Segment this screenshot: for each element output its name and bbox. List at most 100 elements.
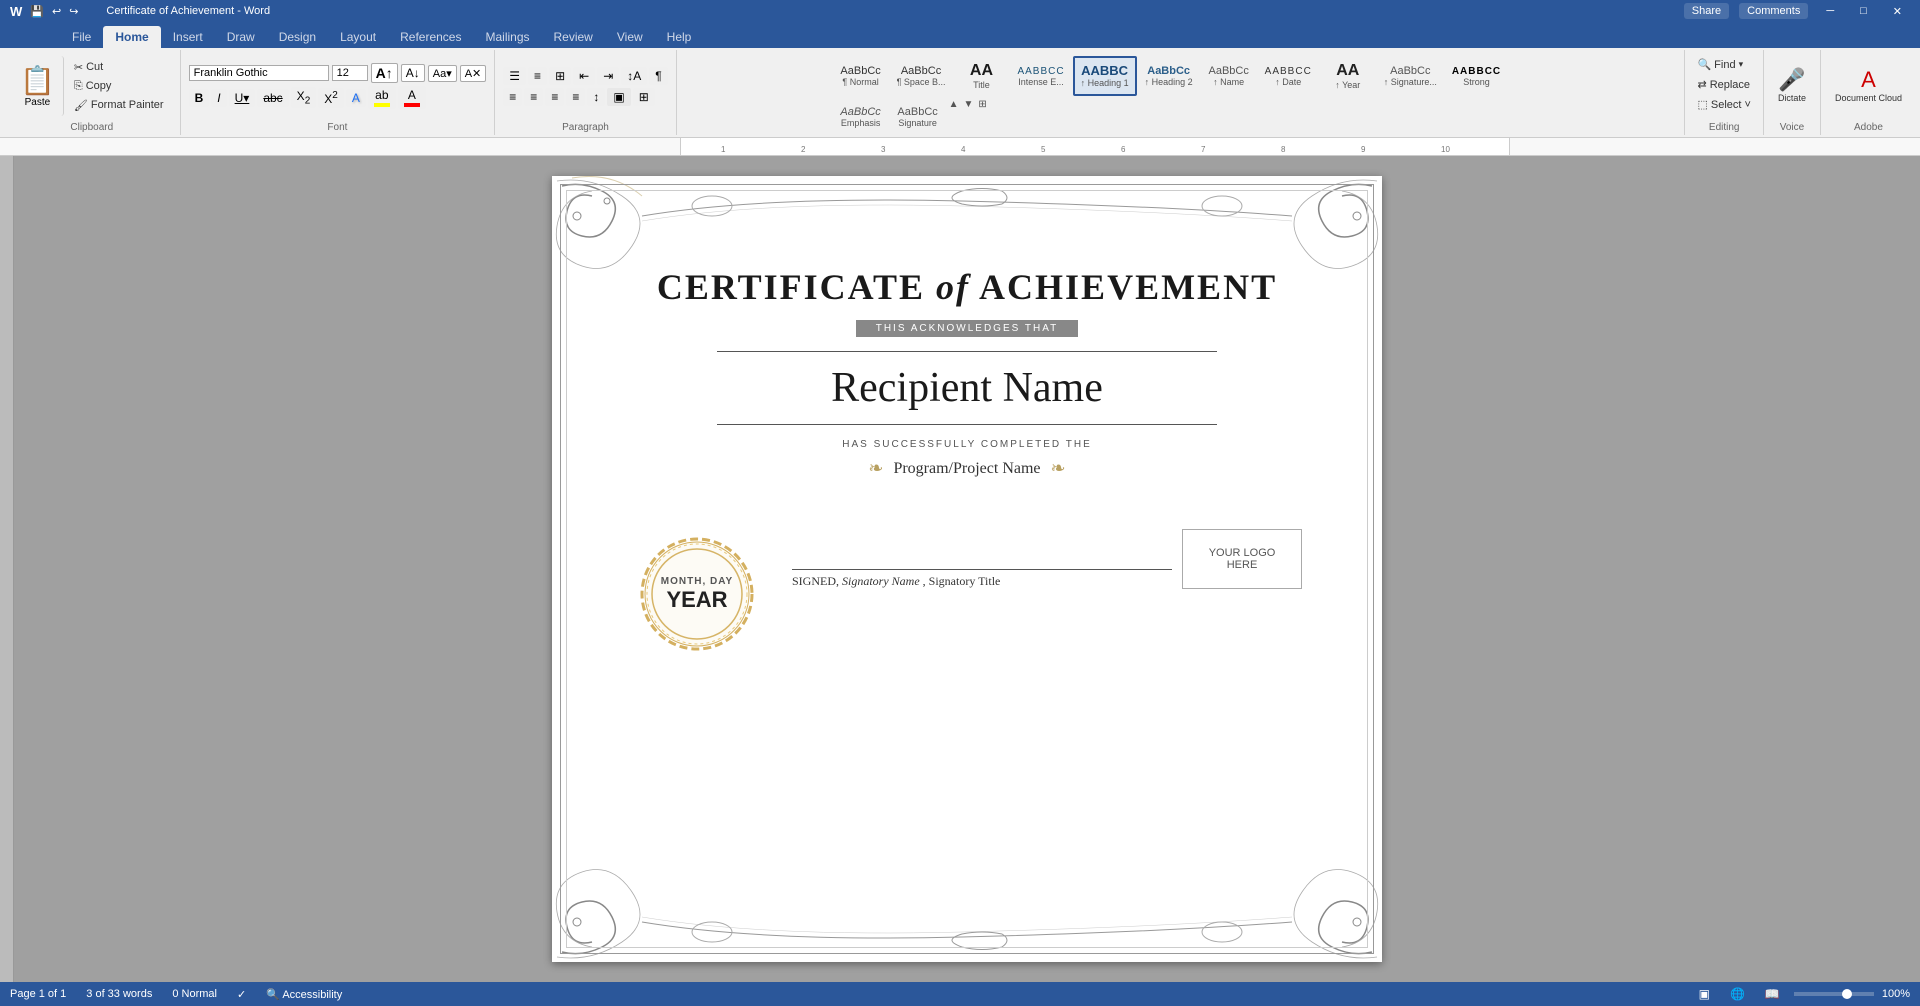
superscript-button[interactable]: X2: [318, 88, 344, 108]
sort-button[interactable]: ↕A: [621, 67, 647, 85]
tab-view[interactable]: View: [605, 26, 655, 48]
tab-home[interactable]: Home: [103, 26, 160, 48]
increase-indent-button[interactable]: ⇥: [597, 67, 619, 85]
signatory-title: Signatory Title: [929, 574, 1001, 588]
tab-file[interactable]: File: [60, 26, 103, 48]
multilevel-list-button[interactable]: ⊞: [549, 67, 571, 85]
borders-button[interactable]: ⊞: [633, 88, 655, 106]
svg-text:7: 7: [1201, 145, 1206, 154]
accessibility-check[interactable]: 🔍 Accessibility: [266, 988, 342, 1001]
quick-access-redo[interactable]: ↪: [69, 5, 78, 18]
highlight-button[interactable]: ab: [368, 86, 396, 109]
decrease-indent-button[interactable]: ⇤: [573, 67, 595, 85]
style-signature2[interactable]: AaBbCc Signature: [890, 97, 946, 137]
style-date[interactable]: AABBCC ↑ Date: [1258, 56, 1319, 96]
formatting-row: B I U▾ abc X2 X2 A ab A: [189, 86, 487, 109]
strikethrough-button[interactable]: abc: [257, 89, 288, 107]
styles-scroll-down[interactable]: ▼: [962, 97, 976, 112]
paste-button[interactable]: 📋 Paste: [12, 56, 64, 116]
text-effects-button[interactable]: A: [346, 89, 366, 107]
tab-insert[interactable]: Insert: [161, 26, 215, 48]
subscript-button[interactable]: X2: [291, 87, 317, 108]
font-grow-button[interactable]: A↑: [371, 63, 398, 83]
copy-button[interactable]: ⎘ Copy: [70, 78, 168, 95]
format-painter-button[interactable]: 🖌 Format Painter: [70, 97, 168, 114]
cert-title-italic: of: [936, 267, 970, 307]
cert-bottom: MONTH, DAY YEAR SIGNED,: [612, 529, 1322, 659]
tab-draw[interactable]: Draw: [215, 26, 267, 48]
style-strong[interactable]: AABBCC Strong: [1445, 56, 1508, 96]
align-center-button[interactable]: ≡: [524, 88, 543, 106]
style-title[interactable]: AA Title: [953, 56, 1009, 96]
font-shrink-button[interactable]: A↓: [401, 64, 425, 82]
zoom-slider[interactable]: [1794, 992, 1874, 996]
ruler: 1 2 3 4 5 6 7 8 9 10: [0, 138, 1920, 156]
style-heading1[interactable]: AABBC ↑ Heading 1: [1073, 56, 1137, 96]
voice-label: Voice: [1780, 120, 1804, 133]
quick-access-undo[interactable]: ↩: [52, 5, 61, 18]
voice-content: 🎤 Dictate: [1770, 52, 1814, 120]
document-area[interactable]: CERTIFICATE of ACHIEVEMENT THIS ACKNOWLE…: [14, 156, 1920, 982]
line-spacing-button[interactable]: ↕: [587, 88, 605, 106]
shading-button[interactable]: ▣: [607, 88, 630, 106]
clipboard-content: 📋 Paste ✂ Cut ⎘ Copy 🖌 Format Painter: [10, 52, 174, 120]
share-button[interactable]: Share: [1684, 3, 1729, 19]
style-heading2[interactable]: AaBbCc ↑ Heading 2: [1138, 56, 1200, 96]
show-hide-button[interactable]: ¶: [649, 67, 667, 85]
find-button[interactable]: 🔍 Find ▾: [1693, 56, 1747, 73]
underline-button[interactable]: U▾: [229, 89, 256, 107]
align-left-button[interactable]: ≡: [503, 88, 522, 106]
signatory-name: Signatory Name: [842, 574, 920, 588]
tab-review[interactable]: Review: [542, 26, 605, 48]
style-space-before[interactable]: AaBbCc ¶ Space B...: [890, 56, 953, 96]
cert-acknowledges: THIS ACKNOWLEDGES THAT: [856, 320, 1079, 337]
quick-access-save[interactable]: 💾: [30, 5, 44, 18]
title-bar: W 💾 ↩ ↪ Certificate of Achievement - Wor…: [0, 0, 1920, 22]
bullets-button[interactable]: ☰: [503, 67, 526, 85]
style-name[interactable]: AaBbCc ↑ Name: [1201, 56, 1257, 96]
italic-button[interactable]: I: [211, 89, 226, 107]
read-mode-button[interactable]: 📖: [1759, 985, 1786, 1003]
minimize-button[interactable]: ─: [1818, 5, 1842, 17]
svg-text:4: 4: [961, 145, 966, 154]
font-group: A↑ A↓ Aa▾ A✕ B I U▾ abc X2 X2 A ab: [181, 50, 496, 135]
word-count: 3 of 33 words: [86, 988, 152, 1000]
tab-layout[interactable]: Layout: [328, 26, 388, 48]
style-year[interactable]: AA ↑ Year: [1320, 56, 1376, 96]
tab-design[interactable]: Design: [267, 26, 328, 48]
print-layout-button[interactable]: ▣: [1693, 985, 1716, 1003]
replace-button[interactable]: ⇄ Replace: [1693, 76, 1754, 93]
document-cloud-button[interactable]: A Document Cloud: [1829, 66, 1908, 106]
cert-recipient: Recipient Name: [831, 364, 1103, 412]
font-content: A↑ A↓ Aa▾ A✕ B I U▾ abc X2 X2 A ab: [187, 52, 489, 120]
justify-button[interactable]: ≡: [566, 88, 585, 106]
cert-title: CERTIFICATE of ACHIEVEMENT: [657, 266, 1277, 308]
web-layout-button[interactable]: 🌐: [1724, 985, 1751, 1003]
font-color-button[interactable]: A: [398, 86, 426, 109]
paragraph-content: ☰ ≡ ⊞ ⇤ ⇥ ↕A ¶ ≡ ≡ ≡ ≡ ↕ ▣ ⊞: [501, 52, 669, 120]
style-signature[interactable]: AaBbCc ↑ Signature...: [1377, 56, 1444, 96]
comments-button[interactable]: Comments: [1739, 3, 1808, 19]
bold-button[interactable]: B: [189, 89, 210, 107]
change-case-button[interactable]: Aa▾: [428, 65, 457, 82]
title-filename: Certificate of Achievement - Word: [106, 5, 270, 17]
dictate-button[interactable]: 🎤 Dictate: [1772, 66, 1812, 106]
cut-button[interactable]: ✂ Cut: [70, 59, 168, 76]
close-button[interactable]: ✕: [1885, 5, 1910, 18]
tab-help[interactable]: Help: [655, 26, 704, 48]
style-intense-e[interactable]: AABBCC Intense E...: [1010, 56, 1071, 96]
select-button[interactable]: ⬚ Select ˅: [1693, 96, 1754, 113]
styles-group: AaBbCc ¶ Normal AaBbCc ¶ Space B... AA T…: [677, 50, 1686, 135]
styles-expand[interactable]: ⊞: [976, 97, 988, 112]
styles-scroll-up[interactable]: ▲: [947, 97, 961, 112]
tab-mailings[interactable]: Mailings: [473, 26, 541, 48]
numbering-button[interactable]: ≡: [528, 67, 547, 85]
font-size-input[interactable]: [332, 65, 368, 81]
align-right-button[interactable]: ≡: [545, 88, 564, 106]
clear-formatting-button[interactable]: A✕: [460, 65, 487, 82]
maximize-button[interactable]: □: [1852, 5, 1875, 17]
style-normal[interactable]: AaBbCc ¶ Normal: [833, 56, 889, 96]
tab-references[interactable]: References: [388, 26, 473, 48]
style-emphasis[interactable]: AaBbCc Emphasis: [833, 97, 889, 137]
font-name-input[interactable]: [189, 65, 329, 81]
